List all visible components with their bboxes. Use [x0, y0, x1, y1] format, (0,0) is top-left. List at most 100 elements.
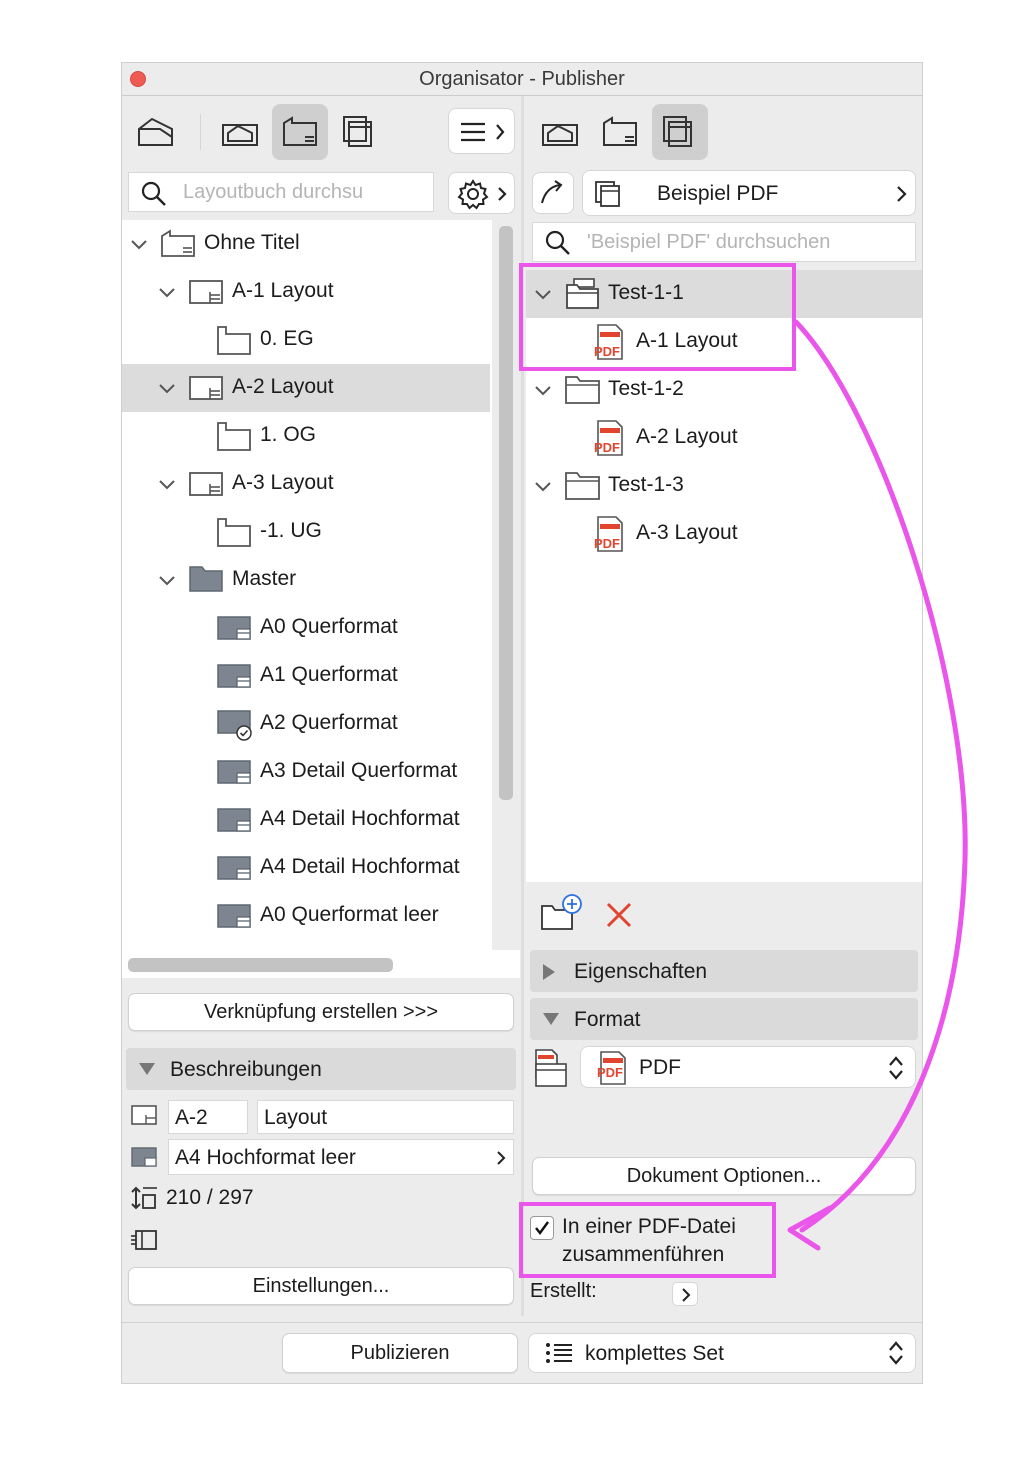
delete-icon[interactable] [604, 900, 634, 930]
chevron-right-icon [682, 1288, 691, 1302]
layout-book-icon[interactable] [592, 104, 648, 160]
layout-sheet-icon [189, 376, 223, 400]
arrow-up-icon [541, 180, 563, 204]
pdf-set-icon [535, 1049, 567, 1087]
layout-book-icon [161, 229, 195, 257]
project-map-icon[interactable] [128, 104, 184, 160]
chevron-down-icon [131, 240, 147, 250]
settings-button[interactable]: Einstellungen... [128, 1267, 514, 1305]
tree-label: A-2 Layout [232, 375, 334, 398]
tree-label: -1. UG [260, 519, 322, 542]
pdf-badge: PDF [594, 536, 620, 551]
master-icon [131, 1147, 157, 1167]
master-layout-icon [217, 760, 251, 784]
create-link-button[interactable]: Verknüpfung erstellen >>> [128, 993, 514, 1031]
layoutbook-search-input[interactable]: Layoutbuch durchsu [128, 172, 434, 212]
tree-label: A-1 Layout [232, 279, 334, 302]
annotation-highlight-box [519, 1202, 776, 1278]
pdf-badge: PDF [594, 440, 620, 455]
chevron-down-icon [535, 482, 551, 492]
master-item[interactable]: A2 Querformat [122, 700, 492, 748]
publish-button[interactable]: Publizieren [282, 1333, 518, 1373]
tree-item-view[interactable]: 0. EG [122, 316, 492, 364]
layout-name-field[interactable]: Layout [257, 1100, 514, 1134]
chevron-down-icon [159, 576, 175, 586]
section-title: Format [574, 1008, 641, 1031]
set-search-input[interactable]: 'Beispiel PDF' durchsuchen [532, 222, 916, 262]
settings-menu-button[interactable] [448, 172, 515, 214]
publisher-sets-icon[interactable] [332, 104, 388, 160]
window-title: Organisator - Publisher [419, 68, 625, 90]
view-map-icon[interactable] [532, 104, 588, 160]
tree-label: A0 Querformat [260, 615, 398, 638]
triangle-right-icon [543, 964, 555, 980]
layout-sheet-icon [189, 280, 223, 304]
folder-icon [565, 376, 600, 404]
tree-item-a2-layout[interactable]: A-2 Layout [122, 364, 490, 412]
created-details-button[interactable] [672, 1282, 698, 1306]
set-name: Beispiel PDF [657, 182, 779, 205]
horizontal-scrollbar[interactable] [128, 958, 393, 972]
format-value: PDF [639, 1056, 681, 1079]
triangle-down-icon [543, 1013, 559, 1025]
tree-label: A-2 Layout [636, 425, 738, 448]
chevron-down-icon [159, 384, 175, 394]
tree-item-a1-layout[interactable]: A-1 Layout [122, 268, 492, 316]
tree-item-view[interactable]: -1. UG [122, 508, 492, 556]
margins-icon [131, 1230, 157, 1250]
tree-label: Ohne Titel [204, 231, 300, 254]
tree-label: Test-1-2 [608, 377, 684, 400]
go-up-button[interactable] [532, 172, 574, 214]
updown-chevron-icon [889, 1341, 903, 1365]
publisher-set-selector[interactable]: Beispiel PDF [582, 170, 916, 216]
master-layout-icon [217, 808, 251, 832]
layout-sheet-icon [189, 472, 223, 496]
title-bar: Organisator - Publisher [122, 63, 922, 96]
publisher-sets-icon[interactable] [652, 104, 708, 160]
list-menu-button[interactable] [448, 108, 515, 154]
chevron-down-icon [159, 480, 175, 490]
layout-book-icon[interactable] [272, 104, 328, 160]
master-select[interactable]: A4 Hochformat leer [168, 1139, 514, 1175]
master-layout-icon [217, 904, 251, 928]
tree-label: Test-1-3 [608, 473, 684, 496]
tree-label: A1 Querformat [260, 663, 398, 686]
drawing-icon [217, 326, 251, 355]
folder-icon [189, 566, 223, 592]
tree-label: A0 Querformat leer [260, 903, 439, 926]
tree-label: A4 Detail Hochformat [260, 807, 460, 830]
tree-item-view[interactable]: 1. OG [122, 412, 492, 460]
view-map-icon[interactable] [212, 104, 268, 160]
master-item[interactable]: A4 Detail Hochformat [122, 844, 492, 892]
master-item[interactable]: A0 Querformat [122, 604, 492, 652]
tree-label: A-3 Layout [636, 521, 738, 544]
master-item[interactable]: A1 Querformat [122, 652, 492, 700]
tree-item-master[interactable]: Master [122, 556, 492, 604]
master-layout-icon [217, 856, 251, 880]
vertical-scrollbar[interactable] [499, 226, 513, 800]
publisher-set-icon [595, 181, 620, 207]
master-item[interactable]: A3 Detail Querformat [122, 748, 492, 796]
scope-value: komplettes Set [585, 1342, 724, 1365]
layout-id-icon [131, 1105, 157, 1125]
master-layout-check-icon [217, 710, 252, 741]
chevron-down-icon [159, 288, 175, 298]
layout-id-field[interactable]: A-2 [168, 1100, 248, 1134]
master-item[interactable]: A0 Querformat leer [122, 892, 492, 940]
new-folder-icon[interactable] [540, 892, 584, 932]
size-icon [131, 1186, 157, 1210]
triangle-down-icon [139, 1063, 155, 1075]
descriptions-section-header[interactable]: Beschreibungen [126, 1048, 516, 1090]
tree-item-a3-layout[interactable]: A-3 Layout [122, 460, 492, 508]
master-item[interactable]: A4 Detail Hochformat [122, 796, 492, 844]
chevron-down-icon [535, 386, 551, 396]
page-size-value: 210 / 297 [166, 1186, 254, 1209]
section-title: Beschreibungen [170, 1058, 322, 1081]
set-scope-select[interactable]: komplettes Set [528, 1333, 916, 1373]
tree-label: A4 Detail Hochformat [260, 855, 460, 878]
tree-item-ohne-titel[interactable]: Ohne Titel [122, 220, 492, 268]
pdf-badge: PDF [597, 1065, 623, 1080]
tree-label: Master [232, 567, 297, 590]
tree-label: A2 Querformat [260, 711, 398, 734]
created-label: Erstellt: [530, 1280, 597, 1302]
